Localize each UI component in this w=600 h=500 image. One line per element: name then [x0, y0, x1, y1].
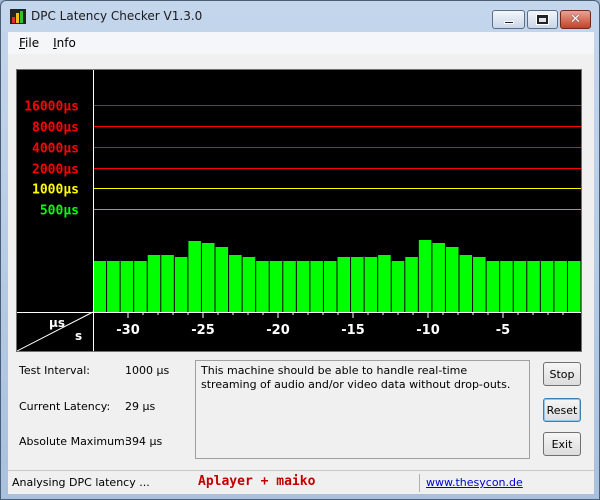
maximize-button[interactable] — [527, 10, 558, 29]
latency-bar — [242, 257, 256, 312]
latency-bar — [188, 241, 201, 312]
test-interval-value: 1000 µs — [125, 364, 170, 377]
latency-bar — [445, 247, 459, 312]
corner-unit-s: s — [75, 329, 82, 343]
latency-bar — [310, 261, 323, 312]
current-latency-label: Current Latency: — [19, 400, 111, 413]
level-label-16000: 16000µs — [24, 100, 79, 115]
latency-bar — [147, 255, 161, 312]
latency-bar — [93, 261, 107, 312]
status-message: This machine should be able to handle re… — [195, 360, 530, 459]
latency-bar — [554, 261, 567, 312]
latency-bar — [337, 257, 351, 312]
latency-bar — [107, 261, 120, 312]
stop-button[interactable]: Stop — [543, 362, 581, 386]
latency-bar — [134, 261, 147, 312]
latency-bar — [283, 261, 296, 312]
maximize-icon — [537, 15, 548, 24]
minimize-button[interactable] — [492, 10, 525, 29]
current-latency-value: 29 µs — [125, 400, 156, 413]
latency-bar — [296, 261, 310, 312]
latency-bar — [378, 255, 391, 312]
client-area: File Info 16000µs 8000µs 4000µs 2000µs 1000µ… — [8, 32, 594, 494]
latency-graph-svg: 16000µs 8000µs 4000µs 2000µs 1000µs 500µs µss -… — [17, 70, 581, 351]
latency-bar — [161, 255, 174, 312]
close-icon: ✕ — [570, 12, 581, 27]
latency-bar — [120, 261, 134, 312]
absolute-maximum-label: Absolute Maximum: — [19, 435, 129, 448]
menu-info-label: nfo — [56, 36, 76, 50]
latency-graph: 16000µs 8000µs 4000µs 2000µs 1000µs 500µs µs s -… — [16, 69, 582, 352]
status-text: Analysing DPC latency ... — [12, 476, 150, 489]
x-tick-label: -15 — [341, 323, 365, 338]
latency-bar — [567, 261, 581, 312]
latency-bar — [215, 247, 229, 312]
test-interval-label: Test Interval: — [19, 364, 90, 377]
x-tick-label: -30 — [116, 323, 140, 338]
absolute-maximum-value: 394 µs — [125, 435, 163, 448]
latency-bar — [486, 261, 500, 312]
latency-bar — [269, 261, 283, 312]
latency-bar — [459, 255, 473, 312]
reset-button[interactable]: Reset — [543, 398, 581, 422]
watermark-text: Aplayer + maiko — [198, 474, 316, 489]
website-link[interactable]: www.thesycon.de — [426, 476, 523, 489]
latency-bar — [432, 243, 445, 312]
menu-file-label: ile — [25, 36, 40, 50]
latency-bar — [391, 261, 405, 312]
latency-bar — [513, 261, 527, 312]
latency-bar — [500, 261, 513, 312]
latency-bar — [540, 261, 554, 312]
minimize-icon — [503, 21, 514, 24]
latency-bar — [527, 261, 540, 312]
x-tick-label: -5 — [496, 323, 510, 338]
latency-bar — [201, 243, 215, 312]
level-label-1000: 1000µs — [32, 183, 79, 198]
menu-bar: File Info — [8, 32, 594, 54]
app-window: DPC Latency Checker V1.3.0 ✕ File Info 1… — [0, 0, 600, 500]
window-title: DPC Latency Checker V1.3.0 — [31, 9, 203, 23]
x-tick-label: -25 — [191, 323, 215, 338]
latency-bar — [418, 240, 432, 312]
level-label-500: 500µs — [40, 204, 79, 219]
status-separator — [419, 474, 420, 492]
close-button[interactable]: ✕ — [560, 10, 591, 29]
latency-bar — [351, 257, 364, 312]
x-tick-label: -10 — [416, 323, 440, 338]
latency-bar — [174, 257, 188, 312]
corner-unit-us: µs — [49, 316, 65, 330]
latency-bar — [364, 257, 378, 312]
level-label-4000: 4000µs — [32, 142, 79, 157]
title-bar[interactable]: DPC Latency Checker V1.3.0 ✕ — [1, 1, 599, 31]
latency-bar — [405, 257, 418, 312]
level-label-2000: 2000µs — [32, 163, 79, 178]
latency-bar — [323, 261, 337, 312]
level-label-8000: 8000µs — [32, 121, 79, 136]
latency-bar — [256, 261, 269, 312]
app-icon — [10, 9, 26, 24]
menu-info[interactable]: Info — [46, 36, 83, 50]
menu-file[interactable]: File — [12, 36, 46, 50]
exit-button[interactable]: Exit — [543, 432, 581, 456]
latency-bar — [473, 257, 486, 312]
x-tick-label: -20 — [266, 323, 290, 338]
latency-bar — [229, 255, 242, 312]
status-bar: Analysing DPC latency ... Aplayer + maik… — [8, 470, 594, 494]
